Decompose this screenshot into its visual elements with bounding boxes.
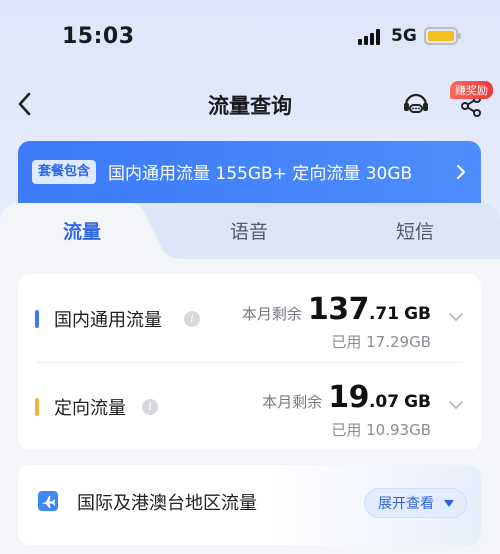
remaining-decimal: .07 [368, 392, 400, 412]
usage-panel: 流量 语音 短信 国内通用流量 i 本月剩余 137 .71 GB 已用 17.… [0, 203, 500, 554]
network-type: 5G [391, 26, 417, 46]
info-icon[interactable]: i [142, 399, 158, 415]
expand-button[interactable]: 展开查看 [364, 488, 467, 518]
remaining-unit: GB [404, 392, 431, 412]
tab-bar: 流量 语音 短信 [0, 203, 500, 259]
customer-service-icon[interactable] [401, 88, 431, 118]
remaining-integer: 137 [307, 292, 370, 327]
remaining-integer: 19 [328, 380, 369, 415]
remaining-unit: GB [404, 304, 431, 324]
remaining-amount: 本月剩余 137 .71 GB [242, 292, 431, 327]
chevron-right-icon [456, 164, 466, 180]
usage-row-directed[interactable]: 定向流量 i 本月剩余 19 .07 GB 已用 10.93GB [18, 362, 481, 450]
package-summary: 国内通用流量 155GB+ 定向流量 30GB [108, 164, 413, 184]
remaining-amount: 本月剩余 19 .07 GB [262, 380, 431, 415]
info-icon[interactable]: i [184, 311, 200, 327]
intl-roaming-card[interactable]: 国际及港澳台地区流量 展开查看 [18, 465, 481, 545]
remaining-label: 本月剩余 [262, 393, 323, 411]
usage-card: 国内通用流量 i 本月剩余 137 .71 GB 已用 17.29GB 定向流量… [18, 274, 481, 450]
status-bar: 15:03 5G [0, 0, 500, 78]
caret-down-icon [444, 500, 454, 507]
tab-voice[interactable]: 语音 [189, 217, 309, 244]
usage-name: 国内通用流量 [54, 310, 162, 331]
tab-data[interactable]: 流量 [22, 217, 142, 244]
color-marker [35, 398, 39, 416]
package-tag: 套餐包含 [32, 160, 97, 184]
usage-row-general[interactable]: 国内通用流量 i 本月剩余 137 .71 GB 已用 17.29GB [18, 274, 481, 362]
earn-reward-badge[interactable]: 赚奖励 [450, 81, 493, 99]
signal-icon [358, 29, 384, 45]
color-marker [35, 310, 39, 328]
usage-name: 定向流量 [54, 398, 126, 419]
intl-label: 国际及港澳台地区流量 [77, 493, 257, 514]
used-amount: 已用 10.93GB [331, 421, 431, 439]
chevron-down-icon[interactable] [448, 312, 464, 322]
status-time: 15:03 [62, 24, 135, 49]
nav-bar: 流量查询 赚奖励 [0, 78, 500, 130]
battery-icon [424, 27, 461, 45]
remaining-decimal: .71 [368, 304, 400, 324]
package-banner[interactable]: 套餐包含 国内通用流量 155GB+ 定向流量 30GB [18, 141, 481, 205]
chevron-down-icon[interactable] [448, 400, 464, 410]
used-amount: 已用 17.29GB [331, 333, 431, 351]
tab-sms[interactable]: 短信 [355, 217, 475, 244]
expand-label: 展开查看 [378, 496, 434, 512]
airplane-icon [38, 491, 58, 511]
remaining-label: 本月剩余 [241, 305, 302, 323]
